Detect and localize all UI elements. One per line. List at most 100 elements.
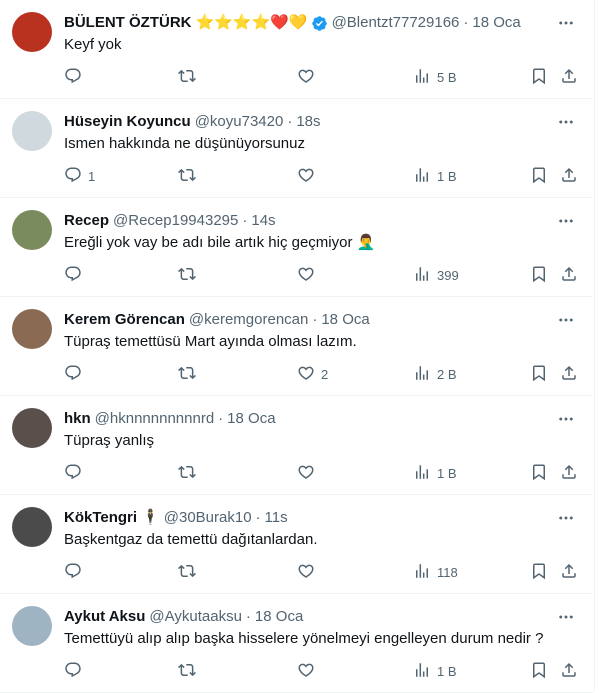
views-button[interactable]: 1 B — [413, 463, 457, 483]
share-button[interactable] — [560, 265, 578, 285]
share-button[interactable] — [560, 67, 578, 87]
bookmark-button[interactable] — [530, 364, 548, 384]
more-options-icon[interactable] — [555, 310, 577, 330]
heart-icon — [297, 67, 315, 88]
display-name[interactable]: Aykut Aksu — [64, 607, 145, 627]
view-count: 118 — [437, 564, 458, 580]
timestamp[interactable]: 18 Oca — [255, 607, 303, 627]
bookmark-button[interactable] — [530, 562, 548, 582]
bookmark-button[interactable] — [530, 463, 548, 483]
retweet-button[interactable] — [178, 265, 196, 285]
views-button[interactable]: 399 — [413, 265, 459, 285]
reply-button[interactable] — [64, 562, 88, 582]
more-options-icon[interactable] — [555, 211, 577, 231]
views-button[interactable]: 1 B — [413, 661, 457, 681]
user-handle[interactable]: @Blentzt77729166 — [332, 13, 460, 33]
retweet-button[interactable] — [178, 562, 196, 582]
bookmark-button[interactable] — [530, 661, 548, 681]
share-button[interactable] — [560, 463, 578, 483]
tweet-actions: 118 — [64, 562, 577, 582]
avatar[interactable] — [12, 210, 52, 250]
reply-button[interactable] — [64, 67, 88, 87]
retweet-button[interactable] — [178, 463, 196, 483]
tweet-item[interactable]: KökTengri 🕴 @30Burak10 · 11s Başkentgaz … — [0, 495, 593, 594]
reply-icon — [64, 463, 82, 484]
reply-icon — [64, 661, 82, 682]
views-button[interactable]: 2 B — [413, 364, 457, 384]
tweet-header: Recep @Recep19943295 · 14s — [64, 211, 553, 231]
analytics-icon — [413, 166, 431, 187]
tweet-item[interactable]: Recep @Recep19943295 · 14s Ereğli yok va… — [0, 198, 593, 297]
avatar[interactable] — [12, 309, 52, 349]
bookmark-button[interactable] — [530, 67, 548, 87]
like-button[interactable] — [297, 463, 321, 483]
share-button[interactable] — [560, 166, 578, 186]
more-options-icon[interactable] — [555, 409, 577, 429]
retweet-button[interactable] — [178, 364, 196, 384]
avatar[interactable] — [12, 111, 52, 151]
user-handle[interactable]: @keremgorencan — [189, 310, 308, 330]
reply-button[interactable] — [64, 265, 88, 285]
tweet-item[interactable]: Aykut Aksu @Aykutaaksu · 18 Oca Temettüy… — [0, 594, 593, 693]
reply-button[interactable] — [64, 661, 88, 681]
display-name[interactable]: Recep — [64, 211, 109, 231]
timestamp[interactable]: 18 Oca — [472, 13, 520, 33]
timestamp[interactable]: 18s — [296, 112, 320, 132]
display-name[interactable]: BÜLENT ÖZTÜRK — [64, 13, 192, 33]
share-button[interactable] — [560, 661, 578, 681]
separator-dot: · — [255, 509, 261, 526]
retweet-button[interactable] — [178, 67, 196, 87]
share-button[interactable] — [560, 562, 578, 582]
view-count: 1 B — [437, 663, 457, 679]
tweet-item[interactable]: Hüseyin Koyuncu @koyu73420 · 18s Ismen h… — [0, 99, 593, 198]
timestamp[interactable]: 14s — [251, 211, 275, 231]
retweet-button[interactable] — [178, 166, 196, 186]
tweet-item[interactable]: Kerem Görencan @keremgorencan · 18 Oca T… — [0, 297, 593, 396]
display-name[interactable]: Hüseyin Koyuncu — [64, 112, 191, 132]
like-button[interactable] — [297, 661, 321, 681]
views-button[interactable]: 5 B — [413, 67, 457, 87]
like-button[interactable] — [297, 166, 321, 186]
tweet-item[interactable]: hkn @hknnnnnnnnnrd · 18 Oca Tüpraş yanlı… — [0, 396, 593, 495]
like-button[interactable]: 2 — [297, 364, 328, 384]
reply-button[interactable]: 1 — [64, 166, 95, 186]
reply-button[interactable] — [64, 463, 88, 483]
more-options-icon[interactable] — [555, 112, 577, 132]
retweet-button[interactable] — [178, 661, 196, 681]
like-button[interactable] — [297, 67, 321, 87]
user-handle[interactable]: @Recep19943295 — [113, 211, 238, 231]
like-button[interactable] — [297, 265, 321, 285]
retweet-icon — [178, 463, 196, 484]
timestamp[interactable]: 11s — [265, 508, 288, 528]
user-handle[interactable]: @30Burak10 — [164, 508, 252, 528]
analytics-icon — [413, 661, 431, 682]
verified-badge-icon — [311, 15, 328, 32]
more-options-icon[interactable] — [555, 508, 577, 528]
avatar[interactable] — [12, 507, 52, 547]
user-handle[interactable]: @Aykutaaksu — [149, 607, 242, 627]
like-button[interactable] — [297, 562, 321, 582]
avatar[interactable] — [12, 408, 52, 448]
bookmark-button[interactable] — [530, 265, 548, 285]
tweet-actions: 2 2 B — [64, 364, 577, 384]
tweet-item[interactable]: BÜLENT ÖZTÜRK ⭐⭐⭐⭐❤️💛 @Blentzt77729166 ·… — [0, 0, 593, 99]
more-options-icon[interactable] — [555, 13, 577, 33]
bookmark-button[interactable] — [530, 166, 548, 186]
display-name[interactable]: hkn — [64, 409, 91, 429]
user-handle[interactable]: @hknnnnnnnnnrd — [95, 409, 215, 429]
reply-button[interactable] — [64, 364, 88, 384]
bookmark-icon — [530, 364, 548, 385]
avatar[interactable] — [12, 606, 52, 646]
analytics-icon — [413, 265, 431, 286]
avatar[interactable] — [12, 12, 52, 52]
display-name[interactable]: KökTengri — [64, 508, 137, 528]
views-button[interactable]: 118 — [413, 562, 458, 582]
share-button[interactable] — [560, 364, 578, 384]
more-options-icon[interactable] — [555, 607, 577, 627]
timestamp[interactable]: 18 Oca — [321, 310, 369, 330]
timestamp[interactable]: 18 Oca — [227, 409, 275, 429]
display-name[interactable]: Kerem Görencan — [64, 310, 185, 330]
separator-dot: · — [245, 608, 251, 625]
views-button[interactable]: 1 B — [413, 166, 457, 186]
user-handle[interactable]: @koyu73420 — [195, 112, 284, 132]
